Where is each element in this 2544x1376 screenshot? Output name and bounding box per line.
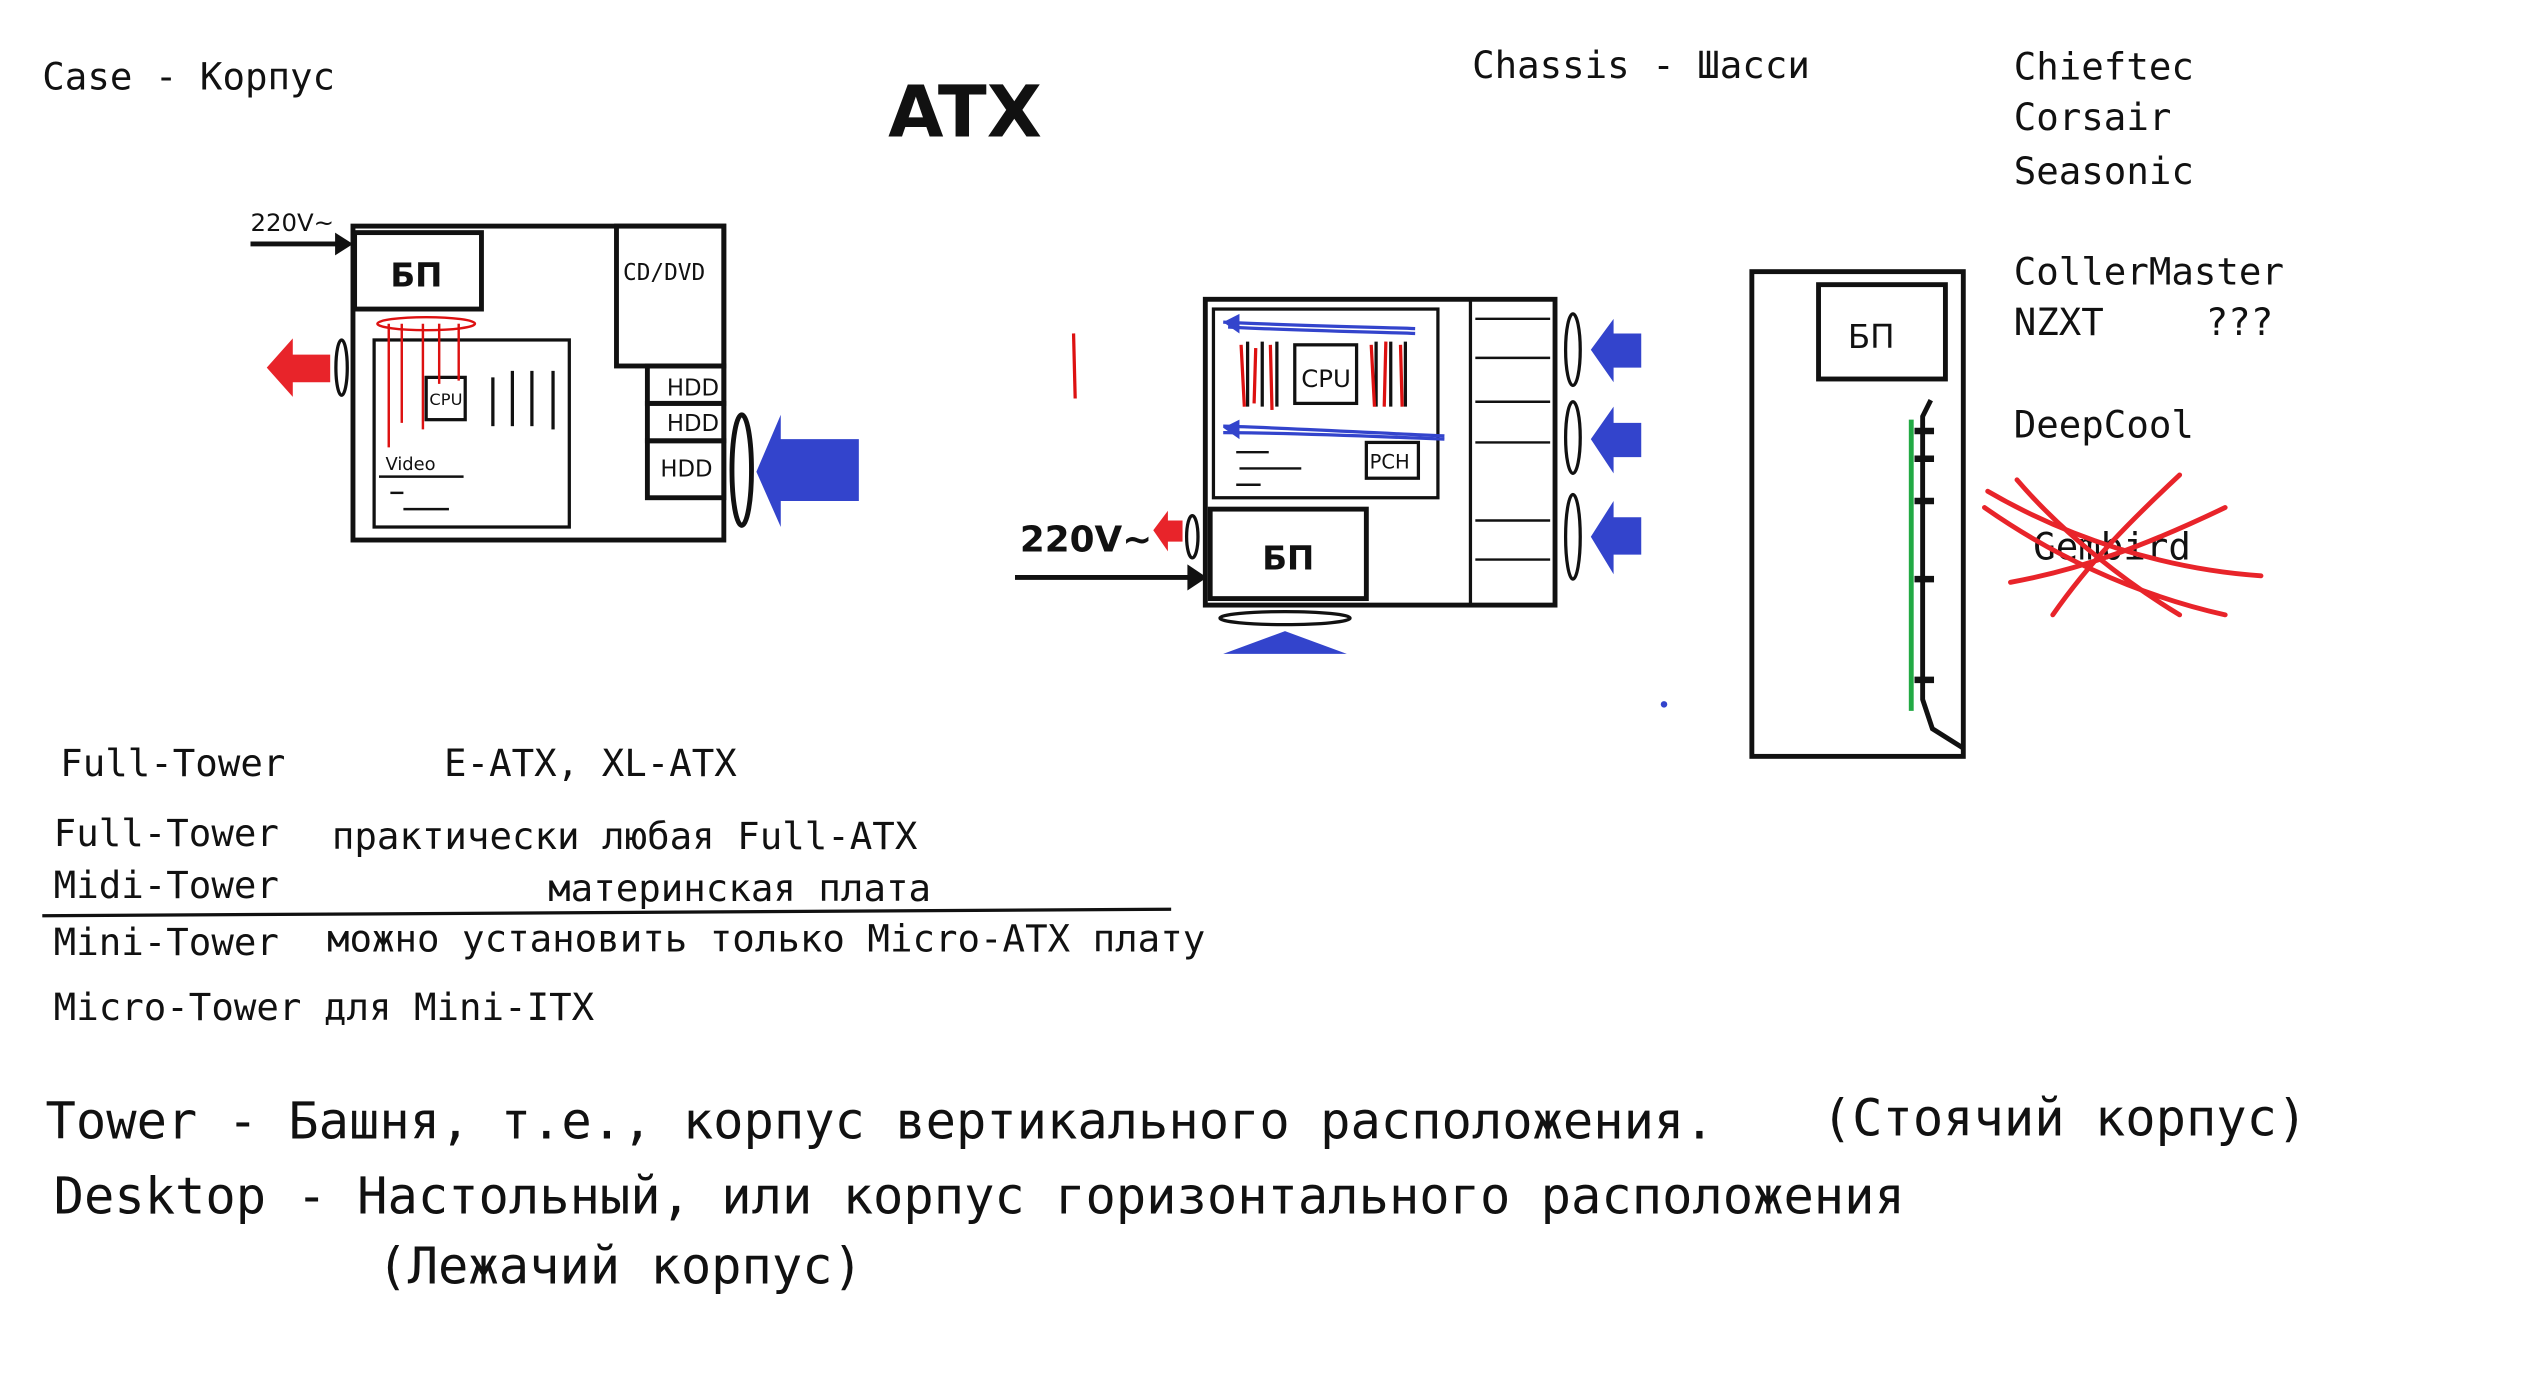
front-fan <box>729 412 754 528</box>
desktop-note-paren: (Лежачий корпус) <box>377 1236 863 1295</box>
brand-question: ??? <box>2206 300 2274 344</box>
tower-note-paren: (Стоячий корпус) <box>1822 1088 2308 1147</box>
atx-title: ATX <box>888 71 1042 154</box>
brand-item: Chieftec <box>2014 45 2194 89</box>
form-factor-list: Full-Tower E-ATX, XL-ATX Full-Tower прак… <box>42 741 1205 1029</box>
size-row3-name: Midi-Tower <box>54 863 279 907</box>
bottom-intake-arrow <box>1223 631 1347 654</box>
tower-note: Tower - Башня, т.е., корпус вертикальног… <box>46 1092 1715 1151</box>
left-voltage-label: 220V~ <box>250 208 334 237</box>
optical-drive-bay <box>614 223 727 369</box>
hdd-label: HDD <box>667 375 719 401</box>
stray-blue-dot <box>1660 701 1668 708</box>
case-label: Case - Корпус <box>42 54 335 98</box>
exhaust-arrow <box>266 338 331 397</box>
left-case-diagram: 220V~ БП CD/DVD HDD HDD HDD CPU Video <box>250 208 859 543</box>
size-row5: Micro-Tower для Mini-ITX <box>54 985 595 1029</box>
front-panel-edge <box>1920 399 1965 751</box>
front-intake-arrow <box>1590 406 1642 474</box>
left-cpu-label: CPU <box>429 390 462 409</box>
psu-rear-fan <box>1184 514 1200 560</box>
mid-psu-label: БП <box>1262 539 1314 577</box>
size-row4-desc: можно установить только Micro-ATX плату <box>327 917 1205 961</box>
mid-cpu-label: CPU <box>1301 364 1351 393</box>
brand-item: CollerMaster <box>2014 250 2284 294</box>
front-fan <box>1563 400 1582 475</box>
power-input-arrowhead <box>335 232 353 256</box>
atx-case-diagram: Case - Корпус ATX Chassis - Шасси Chieft… <box>42 43 2308 1295</box>
size-row4-name: Mini-Tower <box>54 920 279 964</box>
ram-slots <box>491 370 555 430</box>
expansion-slots <box>378 475 464 511</box>
brand-item: DeepCool <box>2014 403 2194 447</box>
table-divider <box>42 907 1172 918</box>
mid-voltage-label: 220V~ <box>1020 519 1152 560</box>
mid-expansion-slots <box>1236 450 1302 486</box>
drive-cage-shelves <box>1475 317 1551 561</box>
pch-label: PCH <box>1370 450 1410 473</box>
rear-fan <box>334 338 349 397</box>
hdd-label: HDD <box>667 411 719 437</box>
size-row2-name: Full-Tower <box>54 811 279 855</box>
size-row2-desc: практически любая Full-ATX <box>332 814 918 858</box>
size-row1-desc: E-ATX, XL-ATX <box>444 741 737 785</box>
stray-red-mark <box>1071 333 1077 399</box>
front-fan <box>1563 312 1582 388</box>
desktop-note: Desktop - Настольный, или корпус горизон… <box>54 1166 1905 1225</box>
size-row1-name: Full-Tower <box>60 741 285 785</box>
size-row3-desc: материнская плата <box>548 866 931 910</box>
psu-bottom-fan <box>1218 609 1352 627</box>
right-case-diagram: БП <box>1749 269 1966 759</box>
video-label: Video <box>386 454 436 475</box>
intake-arrow <box>756 414 859 528</box>
left-motherboard <box>372 338 571 529</box>
right-psu-label: БП <box>1848 318 1895 356</box>
brand-item: Seasonic <box>2014 149 2194 193</box>
front-fan <box>1563 492 1582 581</box>
brand-item: NZXT <box>2014 300 2104 344</box>
brand-item: Corsair <box>2014 95 2172 139</box>
psu-exhaust-arrow <box>1153 510 1183 552</box>
front-intake-arrow <box>1590 318 1642 383</box>
left-psu-label: БП <box>390 256 442 294</box>
optical-drive-label: CD/DVD <box>623 260 705 286</box>
brand-list: Chieftec Corsair Seasonic CollerMaster N… <box>1982 45 2284 618</box>
orientation-notes: Tower - Башня, т.е., корпус вертикальног… <box>46 1088 2308 1295</box>
mid-case-diagram: CPU PCH БП 220V~ <box>1014 296 1642 654</box>
diagram-canvas: Case - Корпус ATX Chassis - Шасси Chieft… <box>0 0 2544 1376</box>
chassis-label: Chassis - Шасси <box>1472 43 1810 87</box>
front-intake-arrow <box>1590 500 1642 575</box>
hdd-label: HDD <box>660 457 712 483</box>
